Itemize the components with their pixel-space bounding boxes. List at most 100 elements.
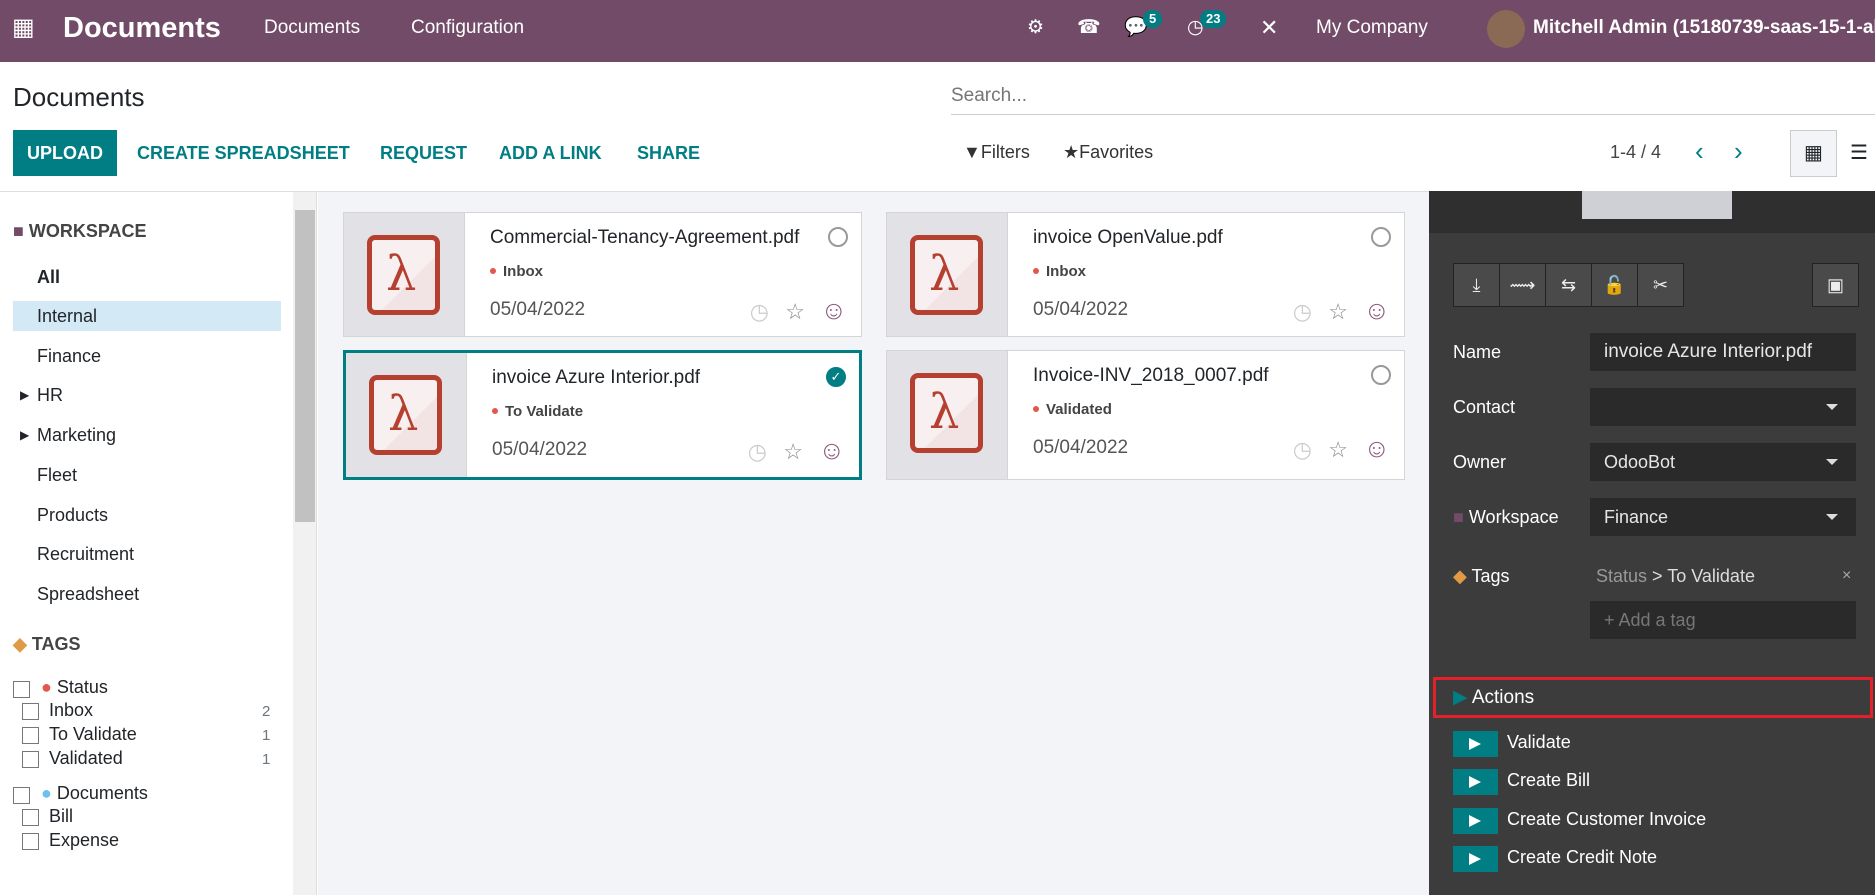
checkbox[interactable] (22, 809, 39, 826)
select-circle-icon[interactable] (828, 227, 848, 247)
select-circle-icon[interactable] (1371, 227, 1391, 247)
favorites-button[interactable]: ★Favorites (1063, 142, 1153, 163)
tag-inbox[interactable]: Inbox (49, 700, 93, 721)
add-link-button[interactable]: ADD A LINK (499, 130, 602, 176)
workspace-recruitment[interactable]: Recruitment (37, 544, 134, 565)
document-card[interactable]: λ invoice OpenValue.pdf Inbox 05/04/2022… (886, 212, 1405, 337)
workspace-marketing[interactable]: Marketing (37, 425, 116, 446)
list-view-icon[interactable]: ☰ (1850, 140, 1868, 165)
star-icon[interactable]: ☆ (783, 439, 803, 465)
unlock-icon[interactable]: 🔓 (1591, 263, 1638, 307)
tag-to-validate[interactable]: To Validate (49, 724, 137, 745)
archive-icon[interactable]: ▣ (1812, 263, 1859, 307)
star-icon[interactable]: ☆ (1328, 299, 1348, 325)
workspace-fleet[interactable]: Fleet (37, 465, 77, 486)
kanban-view-icon[interactable]: ▦ (1790, 130, 1837, 177)
thumbnail[interactable]: λ (887, 213, 1008, 336)
expand-icon[interactable]: ▶ (20, 428, 29, 442)
avatar[interactable] (1487, 10, 1525, 48)
checkbox[interactable] (13, 681, 30, 698)
play-icon[interactable] (1453, 731, 1498, 757)
tag-group-documents[interactable]: ● Documents (41, 783, 148, 804)
filters-button[interactable]: ▼Filters (963, 142, 1030, 163)
split-icon[interactable]: ✂ (1637, 263, 1684, 307)
sidebar: ■ WORKSPACE All Internal Finance ▶ HR ▶ … (0, 192, 293, 895)
smiley-icon[interactable]: ☺ (1363, 295, 1390, 326)
play-icon[interactable] (1453, 769, 1498, 795)
workspace-hr[interactable]: HR (37, 385, 63, 406)
replace-icon[interactable]: ⇆ (1545, 263, 1592, 307)
workspace-finance[interactable]: Finance (37, 346, 101, 367)
document-tag: Inbox (490, 263, 543, 280)
play-icon[interactable] (1453, 808, 1498, 834)
workspace-internal[interactable]: Internal (37, 306, 97, 327)
remove-tag-icon[interactable]: × (1842, 567, 1851, 585)
pager-value[interactable]: 1-4 / 4 (1610, 142, 1661, 163)
clock-icon[interactable]: ◷ (1293, 299, 1312, 325)
company-switcher[interactable]: My Company (1316, 0, 1428, 56)
name-label: Name (1453, 342, 1502, 362)
clock-icon[interactable]: ◷ (1293, 437, 1312, 463)
document-card[interactable]: λ Commercial-Tenancy-Agreement.pdf Inbox… (343, 212, 862, 337)
contact-select[interactable] (1590, 388, 1856, 426)
create-spreadsheet-button[interactable]: CREATE SPREADSHEET (137, 130, 350, 176)
clock-icon[interactable]: ◷ (750, 299, 769, 325)
menu-documents[interactable]: Documents (264, 0, 360, 56)
smiley-icon[interactable]: ☺ (818, 435, 845, 466)
tag-group-status[interactable]: ● Status (41, 677, 108, 698)
workspace-products[interactable]: Products (37, 505, 108, 526)
bug-icon[interactable]: ⚙ (1027, 0, 1044, 56)
workspace-all[interactable]: All (37, 267, 60, 288)
expand-icon[interactable]: ▶ (20, 388, 29, 402)
document-card[interactable]: λ invoice Azure Interior.pdf To Validate… (343, 350, 862, 480)
actions-toggle[interactable]: ▶ Actions (1453, 686, 1534, 709)
checkbox[interactable] (13, 787, 30, 804)
document-card[interactable]: λ Invoice-INV_2018_0007.pdf Validated 05… (886, 350, 1405, 480)
tools-icon[interactable]: ✕ (1260, 0, 1278, 56)
tag-validated[interactable]: Validated (49, 748, 123, 769)
chat-icon[interactable]: 💬 (1124, 0, 1148, 56)
checkbox[interactable] (22, 833, 39, 850)
star-icon[interactable]: ☆ (1328, 437, 1348, 463)
smiley-icon[interactable]: ☺ (1363, 433, 1390, 464)
phone-icon[interactable]: ☎ (1077, 0, 1101, 56)
thumbnail[interactable]: λ (346, 353, 467, 477)
tag-expense[interactable]: Expense (49, 830, 119, 851)
activity-icon[interactable]: ◷ (1187, 0, 1204, 56)
checked-circle-icon[interactable]: ✓ (826, 367, 846, 387)
search-input[interactable] (951, 78, 1875, 115)
add-tag-input[interactable]: + Add a tag (1590, 601, 1856, 639)
workspace-select[interactable]: Finance (1590, 498, 1856, 536)
preview-area[interactable] (1429, 191, 1875, 233)
document-preview[interactable] (1582, 191, 1732, 219)
upload-button[interactable]: UPLOAD (13, 130, 117, 176)
thumbnail[interactable]: λ (344, 213, 465, 336)
select-circle-icon[interactable] (1371, 365, 1391, 385)
share-button[interactable]: SHARE (637, 130, 700, 176)
tag-bill[interactable]: Bill (49, 806, 73, 827)
document-name: invoice OpenValue.pdf (1033, 227, 1223, 248)
checkbox[interactable] (22, 751, 39, 768)
checkbox[interactable] (22, 703, 39, 720)
star-icon[interactable]: ☆ (785, 299, 805, 325)
pager-next-icon[interactable]: › (1734, 136, 1743, 167)
app-menu-icon[interactable]: ▦ (12, 0, 35, 56)
pager-prev-icon[interactable]: ‹ (1695, 136, 1704, 167)
document-date: 05/04/2022 (1033, 437, 1129, 458)
user-menu[interactable]: Mitchell Admin (15180739-saas-15-1-al (1533, 0, 1875, 56)
menu-configuration[interactable]: Configuration (411, 0, 524, 56)
workspace-spreadsheet[interactable]: Spreadsheet (37, 584, 139, 605)
clock-icon[interactable]: ◷ (748, 439, 767, 465)
sidebar-scrollbar[interactable] (293, 192, 317, 895)
request-button[interactable]: REQUEST (380, 130, 467, 176)
share-icon[interactable]: ⟿ (1499, 263, 1546, 307)
checkbox[interactable] (22, 727, 39, 744)
scrollbar-thumb[interactable] (295, 210, 315, 522)
owner-select[interactable]: OdooBot (1590, 443, 1856, 481)
star-icon: ★ (1063, 142, 1080, 162)
name-field[interactable]: invoice Azure Interior.pdf (1590, 333, 1856, 371)
thumbnail[interactable]: λ (887, 351, 1008, 479)
play-icon[interactable] (1453, 846, 1498, 872)
download-icon[interactable]: ⤓ (1453, 263, 1500, 307)
smiley-icon[interactable]: ☺ (820, 295, 847, 326)
